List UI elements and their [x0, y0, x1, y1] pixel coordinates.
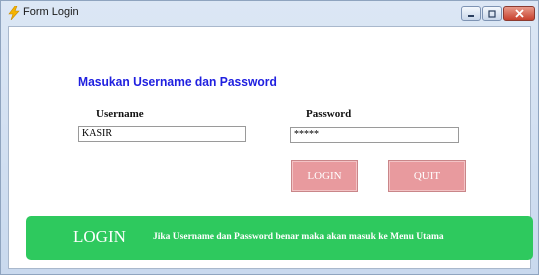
- banner-title: LOGIN: [73, 227, 126, 246]
- quit-button[interactable]: QUIT: [388, 160, 466, 192]
- login-window: Form Login Masukan Username dan Password…: [0, 0, 539, 275]
- close-button[interactable]: [503, 6, 535, 21]
- login-button[interactable]: LOGIN: [291, 160, 358, 192]
- maximize-button[interactable]: [482, 6, 502, 21]
- minimize-icon: [468, 14, 474, 17]
- banner-text: Jika Username dan Password benar maka ak…: [153, 232, 444, 242]
- close-icon: [514, 9, 524, 18]
- minimize-button[interactable]: [461, 6, 481, 21]
- title-bar[interactable]: Form Login: [1, 1, 538, 25]
- username-label: Username: [96, 108, 144, 120]
- password-input[interactable]: *****: [290, 127, 459, 143]
- lightning-icon: [7, 5, 21, 21]
- password-label: Password: [306, 108, 352, 120]
- info-banner: LOGIN Jika Username dan Password benar m…: [26, 216, 533, 260]
- username-input[interactable]: KASIR: [78, 126, 246, 142]
- form-heading: Masukan Username dan Password: [78, 74, 277, 89]
- window-title: Form Login: [23, 6, 79, 18]
- maximize-icon: [488, 9, 496, 18]
